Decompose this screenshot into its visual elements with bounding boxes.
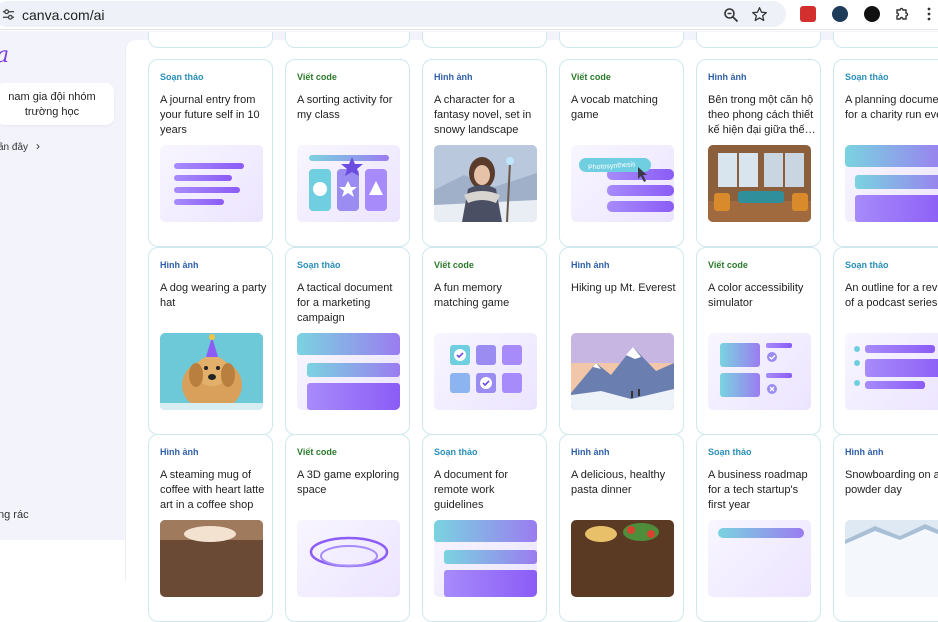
prompt-card[interactable]: Viết code A color accessibility simulator (696, 247, 821, 435)
team-invite-text: nam gia đội nhóm trường học (8, 91, 96, 118)
card-stub[interactable] (148, 32, 273, 48)
card-title: A document for remote work guidelines (434, 469, 508, 511)
card-category-tag: Hình ảnh (434, 72, 473, 82)
card-stub[interactable] (559, 32, 684, 48)
card-title: A steaming mug of coffee with heart latt… (160, 469, 265, 511)
card-title: An outline for a revie of a podcast seri… (845, 282, 938, 309)
card-category-tag: Hình ảnh (160, 260, 199, 270)
card-title: A character for a fantasy novel, set in … (434, 94, 532, 136)
card-title: A dog wearing a party hat (160, 282, 267, 309)
prompt-card[interactable]: Hình ảnh A dog wearing a party hat (148, 247, 273, 435)
card-title: A journal entry from your future self in… (160, 94, 260, 136)
card-title: A sorting activity for my class (297, 94, 393, 121)
card-title: A planning documen for a charity run eve (845, 94, 938, 121)
recent-designs-link[interactable]: ần đây › (0, 139, 40, 153)
prompt-card[interactable]: Viết code A vocab matching game Photosynth… (559, 59, 684, 247)
zoom-icon[interactable] (723, 7, 739, 23)
pasta-photo (571, 520, 674, 597)
card-title: A business roadmap for a tech startup's … (708, 469, 808, 511)
tune-icon[interactable] (2, 8, 15, 21)
prompt-card[interactable]: Viết code A fun memory matching game (422, 247, 547, 435)
party-dog-photo (160, 333, 263, 410)
card-stub[interactable] (696, 32, 821, 48)
prompt-card[interactable]: Soạn thảo A business roadmap for a tech s… (696, 434, 821, 622)
card-category-tag: Viết code (708, 260, 748, 270)
mountain-photo (571, 333, 674, 410)
card-title: Snowboarding on a powder day (845, 469, 938, 496)
card-category-tag: Hình ảnh (845, 447, 884, 457)
memory-grid-illustration (434, 333, 537, 410)
browser-toolbar: canva.com/ai (0, 0, 938, 30)
card-category-tag: Hình ảnh (160, 447, 199, 457)
extension-icon[interactable] (864, 6, 880, 22)
bookmark-star-icon[interactable] (751, 6, 768, 23)
more-icon[interactable] (926, 6, 932, 22)
prompt-card[interactable]: Hình ảnh Hiking up Mt. Everest (559, 247, 684, 435)
prompt-card[interactable]: Soạn thảo A tactical document for a marke… (285, 247, 410, 435)
card-title: A delicious, healthy pasta dinner (571, 469, 666, 496)
card-category-tag: Soạn thảo (297, 260, 341, 270)
prompt-card[interactable]: Hình ảnh A character for a fantasy novel,… (422, 59, 547, 247)
prompt-card[interactable]: Soạn thảo A journal entry from your futur… (148, 59, 273, 247)
card-category-tag: Hình ảnh (571, 260, 610, 270)
card-category-tag: Viết code (297, 72, 337, 82)
text-lines-illustration (160, 145, 263, 222)
card-title: A vocab matching game (571, 94, 658, 121)
prompt-card[interactable]: Viết code A 3D game exploring space (285, 434, 410, 622)
prompt-card[interactable]: Hình ảnh A delicious, healthy pasta dinne… (559, 434, 684, 622)
card-category-tag: Soạn thảo (708, 447, 752, 457)
extension-icon[interactable] (800, 6, 816, 22)
document-illustration (297, 333, 400, 410)
coffee-photo (160, 520, 263, 597)
card-stub[interactable] (422, 32, 547, 48)
chevron-right-icon: › (36, 139, 41, 153)
card-title: Bên trong một căn hộ theo phong cách thi… (708, 94, 816, 136)
planning-doc-illustration (845, 145, 938, 222)
canva-logo[interactable]: a (0, 43, 9, 68)
recent-label: ần đây (0, 142, 29, 153)
modern-apartment-photo (708, 145, 811, 222)
card-category-tag: Viết code (571, 72, 611, 82)
outline-illustration (845, 333, 938, 410)
card-stub[interactable] (285, 32, 410, 48)
card-category-tag: Soạn thảo (845, 72, 889, 82)
card-category-tag: Hình ảnh (571, 447, 610, 457)
card-title: Hiking up Mt. Everest (571, 282, 676, 294)
prompt-card[interactable]: Hình ảnh A steaming mug of coffee with he… (148, 434, 273, 622)
card-category-tag: Hình ảnh (708, 72, 747, 82)
document-illustration (434, 520, 537, 597)
inspiration-panel: Soạn thảo A journal entry from your futur… (125, 32, 938, 622)
address-bar[interactable]: canva.com/ai (0, 1, 786, 27)
snowboarding-photo (845, 520, 938, 597)
fantasy-character-photo (434, 145, 537, 222)
sorting-shapes-illustration (297, 145, 400, 222)
card-category-tag: Soạn thảo (160, 72, 204, 82)
trash-link[interactable]: ng rác (0, 509, 29, 521)
space-game-illustration (297, 520, 400, 597)
card-title: A color accessibility simulator (708, 282, 804, 309)
url-text[interactable]: canva.com/ai (22, 7, 104, 23)
prompt-card[interactable]: Hình ảnh Snowboarding on a powder day (833, 434, 938, 622)
prompt-card[interactable]: Soạn thảo An outline for a revie of a pod… (833, 247, 938, 435)
accessibility-illustration (708, 333, 811, 410)
extension-icon[interactable] (832, 6, 848, 22)
card-category-tag: Viết code (297, 447, 337, 457)
card-category-tag: Soạn thảo (434, 447, 478, 457)
prompt-card[interactable]: Soạn thảo A planning documen for a charit… (833, 59, 938, 247)
prompt-card[interactable]: Viết code A sorting activity for my class (285, 59, 410, 247)
card-category-tag: Soạn thảo (845, 260, 889, 270)
card-title: A 3D game exploring space (297, 469, 400, 496)
prompt-card[interactable]: Hình ảnh Bên trong một căn hộ theo phong … (696, 59, 821, 247)
card-stub[interactable] (833, 32, 938, 48)
card-category-tag: Viết code (434, 260, 474, 270)
prompt-card[interactable]: Soạn thảo A document for remote work guid… (422, 434, 547, 622)
team-invite-card[interactable]: nam gia đội nhóm trường học (0, 83, 114, 125)
card-title: A fun memory matching game (434, 282, 510, 309)
roadmap-illustration (708, 520, 811, 597)
puzzle-icon[interactable] (895, 6, 911, 22)
card-title: A tactical document for a marketing camp… (297, 282, 393, 324)
vocab-game-illustration: Photosynthesis (571, 145, 674, 222)
